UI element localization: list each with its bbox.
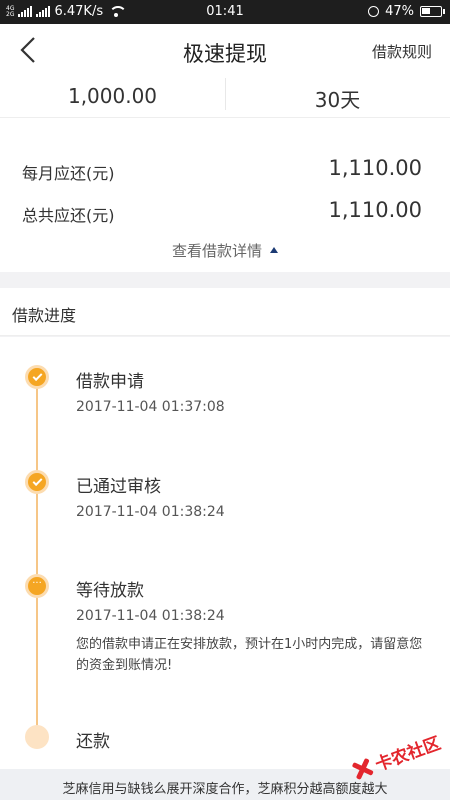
total-repayment-row: 总共应还(元) 1,110.00 bbox=[22, 196, 422, 226]
step-pending-marker bbox=[25, 725, 49, 749]
monthly-repayment-label: 每月应还(元) bbox=[22, 164, 115, 183]
step-title: 还款 bbox=[76, 732, 110, 752]
total-repayment-value: 1,110.00 bbox=[328, 198, 422, 222]
step-title: 等待放款 bbox=[76, 581, 144, 601]
caret-up-icon bbox=[270, 247, 278, 253]
step-current-marker: ··· bbox=[25, 574, 49, 598]
loan-term: 30天 bbox=[314, 88, 361, 112]
loan-rules-link[interactable]: 借款规则 bbox=[372, 41, 432, 62]
step-time: 2017-11-04 01:38:24 bbox=[76, 504, 225, 520]
amount-row: 1,000.00 30天 bbox=[0, 76, 450, 118]
status-bar: 4G 2G 6.47K/s 01:41 47% bbox=[0, 0, 450, 24]
progress-header: 借款进度 bbox=[0, 288, 450, 336]
monthly-repayment-row: 每月应还(元) 1,110.00 bbox=[22, 154, 422, 184]
loan-progress-timeline: 借款申请 2017-11-04 01:37:08 已通过审核 2017-11-0… bbox=[0, 337, 450, 769]
step-title: 已通过审核 bbox=[76, 477, 161, 497]
step-note: 您的借款申请正在安排放款，预计在1小时内完成，请留意您的资金到账情况! bbox=[76, 637, 423, 673]
banner-text: 芝麻信用与缺钱么展开深度合作，芝麻积分越高额度越大 bbox=[62, 782, 388, 797]
step-time: 2017-11-04 01:37:08 bbox=[76, 399, 225, 415]
total-repayment-label: 总共应还(元) bbox=[22, 206, 115, 225]
step-done-marker bbox=[25, 470, 49, 494]
battery-fill bbox=[422, 8, 430, 14]
monthly-repayment-value: 1,110.00 bbox=[328, 156, 422, 180]
more-dots-icon: ··· bbox=[32, 578, 42, 589]
step-time: 2017-11-04 01:38:24 bbox=[76, 608, 225, 624]
loan-amount: 1,000.00 bbox=[67, 84, 158, 108]
status-right: 47% bbox=[368, 4, 445, 19]
loan-summary: 1,000.00 30天 每月应还(元) 1,110.00 总共应还(元) 1,… bbox=[0, 76, 450, 272]
nav-bar: 极速提现 借款规则 bbox=[0, 24, 450, 76]
view-loan-details-button[interactable]: 查看借款详情 bbox=[0, 240, 450, 261]
battery-icon bbox=[420, 6, 445, 17]
progress-title: 借款进度 bbox=[12, 306, 77, 325]
battery-percent: 47% bbox=[385, 4, 414, 19]
step-done-marker bbox=[25, 365, 49, 389]
timeline-line bbox=[36, 377, 38, 741]
view-loan-details-label: 查看借款详情 bbox=[171, 242, 262, 260]
step-title: 借款申请 bbox=[76, 372, 144, 392]
check-icon bbox=[32, 370, 42, 381]
check-icon bbox=[32, 475, 42, 486]
alarm-icon bbox=[368, 6, 380, 17]
